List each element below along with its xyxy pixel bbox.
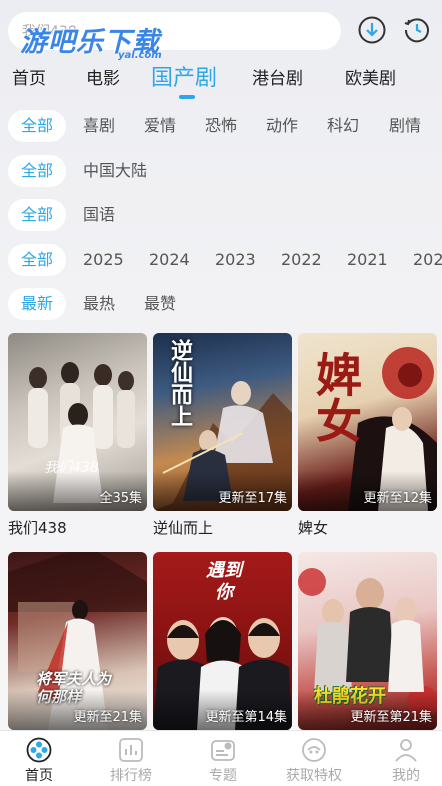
region-filter: 全部 中国大陆 (0, 155, 442, 189)
nav-topics[interactable]: 专题 (183, 737, 263, 785)
language-chip-all[interactable]: 全部 (8, 199, 67, 231)
sort-chip-latest[interactable]: 最新 (8, 288, 67, 320)
video-card[interactable]: 我们438 全35集 我们438 (8, 333, 147, 538)
genre-chip-drama[interactable]: 剧情 (389, 110, 421, 142)
tab-movies[interactable]: 电影 (86, 64, 120, 89)
language-filter: 全部 国语 (0, 199, 442, 233)
episode-badge: 更新至17集 (218, 491, 287, 506)
year-filter: 全部 2025 2024 2023 2022 2021 202 (0, 244, 442, 278)
nav-topics-label: 专题 (209, 768, 237, 784)
year-chip-2021[interactable]: 2021 (347, 244, 388, 276)
video-poster[interactable]: 将军夫人为何那样 更新至21集 (8, 552, 147, 730)
gift-icon (302, 738, 326, 762)
nav-privileges-label: 获取特权 (286, 768, 342, 784)
genre-chip-all[interactable]: 全部 (8, 110, 67, 142)
video-card[interactable]: 逆仙而上 更新至17集 逆仙而上 (153, 333, 292, 538)
nav-home-label: 首页 (25, 768, 53, 784)
poster-title-overlay: 逆仙而上 (167, 339, 192, 427)
bar-chart-icon (119, 738, 143, 762)
user-icon (395, 739, 417, 762)
video-poster[interactable]: 逆仙而上 更新至17集 (153, 333, 292, 511)
region-chip-mainland[interactable]: 中国大陆 (83, 155, 147, 187)
episode-badge: 更新至12集 (363, 491, 432, 506)
year-chip-2020[interactable]: 202 (413, 244, 442, 276)
sort-filter: 最新 最热 最赞 (0, 288, 442, 322)
nav-profile-label: 我的 (392, 768, 420, 784)
tab-hk-tw-drama[interactable]: 港台剧 (252, 64, 303, 89)
episode-badge: 更新至第14集 (205, 710, 287, 725)
video-card[interactable]: 遇到你 更新至第14集 (153, 552, 292, 736)
video-poster[interactable]: 杜鹃花开 更新至第21集 (298, 552, 437, 730)
film-reel-icon (26, 737, 52, 763)
video-title[interactable]: 婢女 (298, 517, 437, 538)
genre-chip-comedy[interactable]: 喜剧 (83, 110, 115, 142)
video-poster[interactable]: 遇到你 更新至第14集 (153, 552, 292, 730)
genre-chip-horror[interactable]: 恐怖 (205, 110, 237, 142)
year-chip-all[interactable]: 全部 (8, 244, 67, 276)
year-chip-2023[interactable]: 2023 (215, 244, 256, 276)
nav-home[interactable]: 首页 (0, 737, 79, 785)
video-title[interactable]: 逆仙而上 (153, 517, 292, 538)
poster-title-overlay: 婢女 (309, 351, 363, 443)
episode-badge: 全35集 (99, 491, 142, 506)
nav-profile[interactable]: 我的 (366, 737, 442, 785)
video-card[interactable]: 将军夫人为何那样 更新至21集 (8, 552, 147, 736)
history-icon[interactable] (402, 15, 432, 45)
nav-privileges[interactable]: 获取特权 (274, 737, 354, 785)
active-tab-indicator (179, 95, 195, 99)
poster-title-overlay: 遇到你 (206, 560, 242, 603)
tab-domestic-drama[interactable]: 国产剧 (151, 60, 217, 92)
video-card[interactable]: 杜鹃花开 更新至第21集 (298, 552, 437, 736)
tab-home[interactable]: 首页 (12, 64, 46, 89)
category-tabs: 首页 电影 国产剧 港台剧 欧美剧 (0, 58, 442, 98)
episode-badge: 更新至21集 (73, 710, 142, 725)
year-chip-2022[interactable]: 2022 (281, 244, 322, 276)
download-icon[interactable] (357, 15, 387, 45)
year-chip-2025[interactable]: 2025 (83, 244, 124, 276)
bottom-navigation: 首页 排行榜 专题 获取特权 我的 (0, 730, 442, 786)
video-title[interactable]: 我们438 (8, 517, 147, 538)
genre-chip-romance[interactable]: 爱情 (144, 110, 176, 142)
region-chip-all[interactable]: 全部 (8, 155, 67, 187)
genre-chip-scifi[interactable]: 科幻 (327, 110, 359, 142)
video-poster[interactable]: 我们438 全35集 (8, 333, 147, 511)
sort-chip-hottest[interactable]: 最热 (83, 288, 115, 320)
video-poster[interactable]: 婢女 更新至12集 (298, 333, 437, 511)
top-bar: 我们438 游吧乐下载 yal.com (0, 0, 442, 61)
year-chip-2024[interactable]: 2024 (149, 244, 190, 276)
video-card[interactable]: 婢女 更新至12集 婢女 (298, 333, 437, 538)
nav-ranking[interactable]: 排行榜 (91, 737, 171, 785)
episode-badge: 更新至第21集 (350, 710, 432, 725)
topics-icon (211, 740, 235, 761)
language-chip-mandarin[interactable]: 国语 (83, 199, 115, 231)
tab-western-drama[interactable]: 欧美剧 (345, 64, 396, 89)
sort-chip-top-rated[interactable]: 最赞 (144, 288, 176, 320)
nav-ranking-label: 排行榜 (110, 768, 152, 784)
genre-chip-action[interactable]: 动作 (266, 110, 298, 142)
genre-filter: 全部 喜剧 爱情 恐怖 动作 科幻 剧情 (0, 110, 442, 144)
